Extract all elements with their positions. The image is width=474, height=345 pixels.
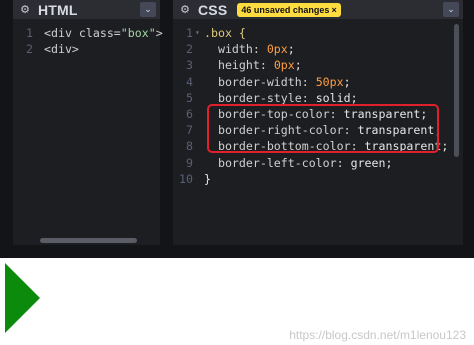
code-token: 0px — [266, 42, 288, 57]
html-code-editor[interactable]: 1 <div class="box"> 2 <div> — [13, 25, 163, 57]
fold-arrow-icon[interactable]: ▾ — [195, 25, 200, 41]
line-number: 4 — [186, 74, 193, 89]
code-token: border-left-color: — [204, 155, 351, 170]
code-text: height: 0px; — [204, 57, 302, 73]
code-token: border-width: — [204, 74, 316, 89]
html-panel-title: HTML — [38, 1, 78, 18]
code-text: <div class="box"> — [44, 25, 163, 41]
code-token: green; — [350, 155, 393, 170]
line-number: 1 — [26, 26, 33, 40]
line-number: 6 — [186, 106, 193, 121]
unsaved-changes-badge[interactable]: 46 unsaved changes × — [237, 2, 341, 17]
css-panel-title: CSS — [198, 1, 228, 18]
horizontal-scrollbar[interactable] — [40, 238, 137, 243]
code-text: width: 0px; — [204, 41, 295, 57]
line-number: 2 — [26, 42, 33, 57]
code-text: border-width: 50px; — [204, 74, 351, 90]
css-panel-header: ⚙ CSS 46 unsaved changes × ⌄ — [173, 0, 463, 19]
editor-area: ⚙ HTML ⌄ 1 <div class="box"> 2 <div> ⚙ CSS … — [0, 0, 474, 258]
css-code-line[interactable]: 2 width: 0px; — [173, 41, 463, 57]
close-icon[interactable]: × — [331, 5, 336, 15]
code-token: <div class= — [44, 26, 121, 40]
code-token: ; — [343, 74, 351, 89]
watermark: https://blog.csdn.net/m1lenou123 — [289, 328, 466, 342]
green-triangle-shape — [5, 263, 40, 333]
line-number: 9 — [186, 155, 193, 170]
html-code-line[interactable]: 1 <div class="box"> — [13, 25, 163, 41]
code-text: } — [204, 171, 211, 187]
code-token: ; — [294, 58, 302, 73]
code-token: width: — [204, 42, 267, 57]
line-number: 10 — [179, 171, 193, 186]
gear-icon[interactable]: ⚙ — [178, 3, 192, 17]
code-token: height: — [204, 58, 274, 73]
code-token: } — [204, 171, 211, 186]
preview-output: https://blog.csdn.net/m1lenou123 — [0, 258, 474, 345]
code-token: > — [155, 26, 163, 40]
code-token: <div> — [44, 42, 79, 57]
chevron-down-icon[interactable]: ⌄ — [443, 2, 459, 17]
code-text: border-left-color: green; — [204, 155, 393, 171]
line-number: 7 — [186, 123, 193, 138]
highlight-annotation-box — [207, 104, 439, 153]
chevron-down-icon[interactable]: ⌄ — [140, 2, 156, 17]
code-text: <div> — [44, 41, 79, 57]
css-code-line[interactable]: 10} — [173, 171, 463, 187]
code-text: .box { — [204, 25, 246, 41]
line-number: 1 — [186, 26, 193, 40]
html-panel-header: ⚙ HTML ⌄ — [13, 0, 160, 19]
line-number: 5 — [186, 90, 193, 105]
css-code-line[interactable]: 1 ▾ .box { — [173, 25, 463, 41]
code-token: ; — [287, 42, 295, 57]
gear-icon[interactable]: ⚙ — [18, 3, 32, 17]
line-number: 3 — [186, 58, 193, 73]
code-token: 0px — [273, 58, 295, 73]
code-token: .box { — [204, 26, 246, 40]
code-token: 50px — [315, 74, 344, 89]
css-code-line[interactable]: 4 border-width: 50px; — [173, 74, 463, 90]
html-editor-panel: ⚙ HTML ⌄ 1 <div class="box"> 2 <div> — [13, 0, 163, 245]
css-code-line[interactable]: 3 height: 0px; — [173, 57, 463, 73]
css-code-line[interactable]: 9 border-left-color: green; — [173, 155, 463, 171]
line-number: 8 — [186, 139, 193, 154]
code-token: solid; — [315, 90, 358, 105]
unsaved-changes-label: 46 unsaved changes — [241, 4, 330, 15]
html-code-line[interactable]: 2 <div> — [13, 41, 160, 57]
line-number: 2 — [186, 42, 193, 57]
code-token: border-style: — [204, 90, 316, 105]
code-token: "box" — [120, 26, 156, 40]
vertical-scrollbar[interactable] — [454, 24, 459, 157]
